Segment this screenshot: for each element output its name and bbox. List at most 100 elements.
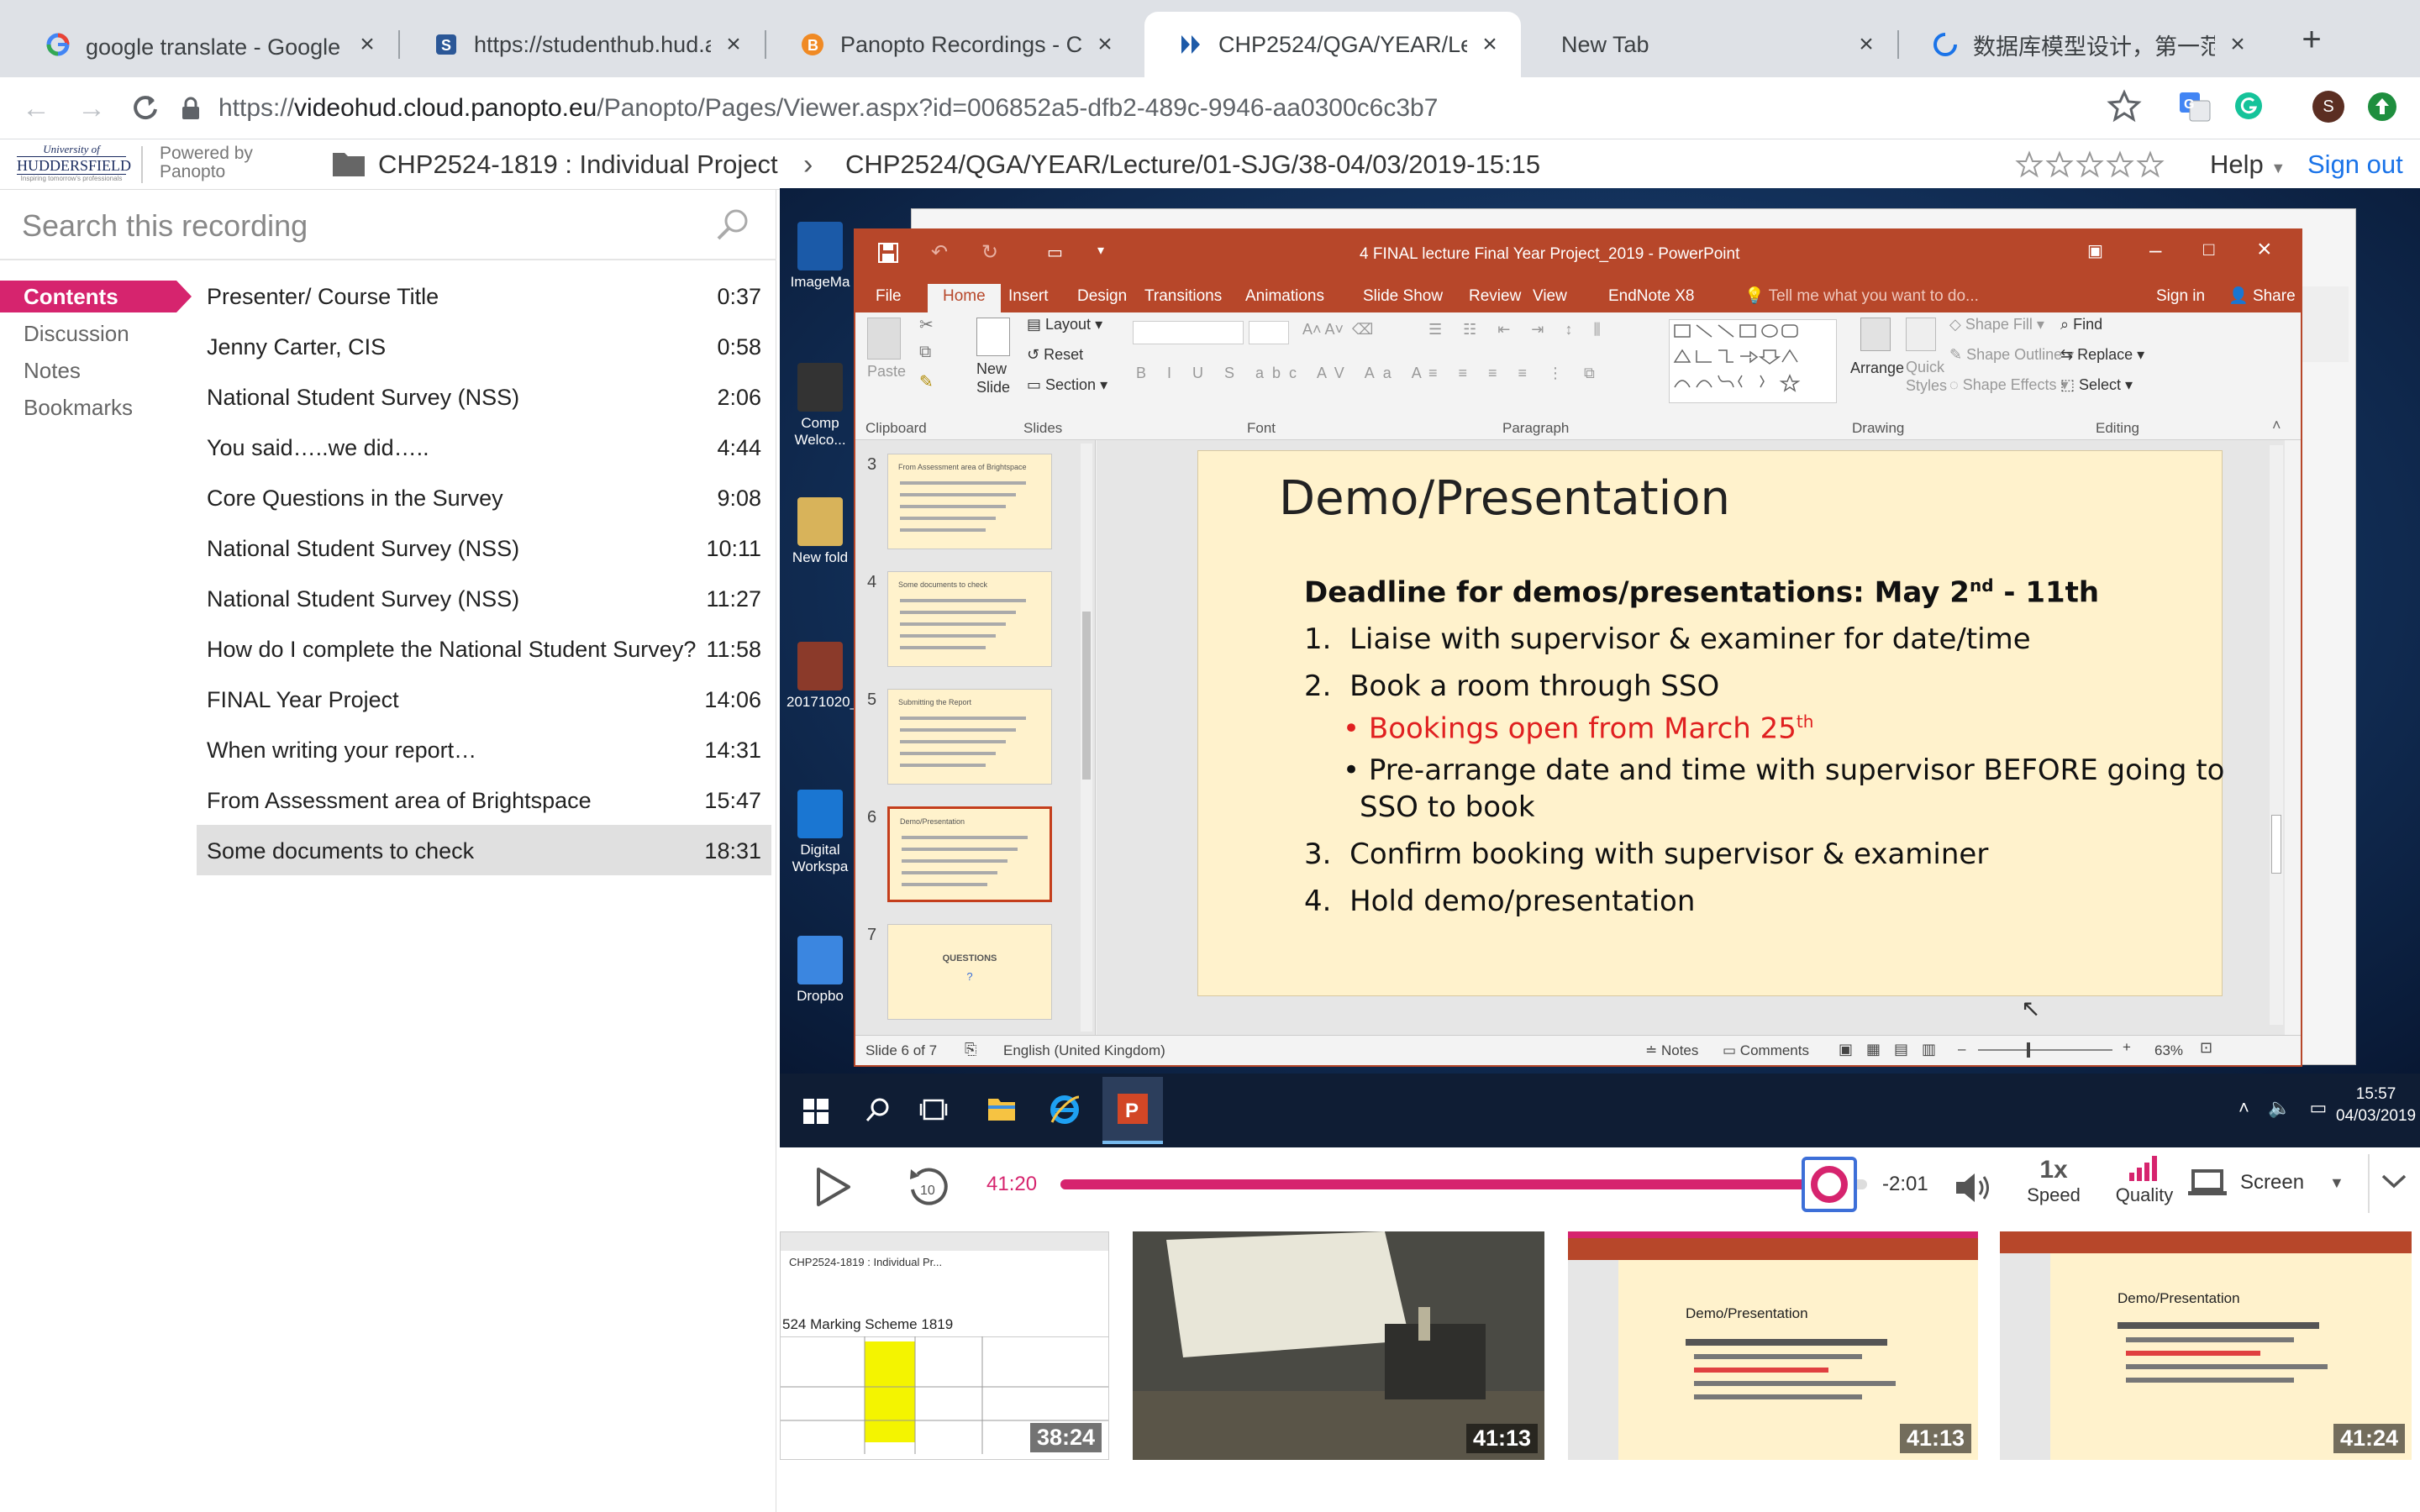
slide-thumbnail[interactable]: From Assessment area of Brightspace xyxy=(887,454,1052,549)
tab-discussion[interactable]: Discussion xyxy=(0,318,182,349)
breadcrumb-folder[interactable]: CHP2524-1819 : Individual Project xyxy=(378,139,778,190)
seek-bar[interactable] xyxy=(1060,1157,1867,1212)
close-icon[interactable]: × xyxy=(2257,235,2272,264)
tell-me-box[interactable]: 💡 Tell me what you want to do... xyxy=(1729,284,1994,312)
arrange-icon[interactable] xyxy=(1860,318,1891,351)
ribbon-tab[interactable]: Home xyxy=(928,284,1001,312)
slide-thumbnail[interactable]: Some documents to check xyxy=(887,571,1052,667)
new-slide-button[interactable]: New Slide xyxy=(976,360,1010,396)
tab-bookmarks[interactable]: Bookmarks xyxy=(0,391,182,423)
contents-item[interactable]: Presenter/ Course Title 0:37 xyxy=(197,270,771,321)
ribbon-tab[interactable]: Transitions xyxy=(1129,284,1237,312)
zoom-level[interactable]: 63% xyxy=(2154,1042,2183,1059)
contents-item[interactable]: National Student Survey (NSS) 10:11 xyxy=(197,522,771,573)
paste-icon[interactable] xyxy=(867,318,901,360)
desktop-icon[interactable]: Dropbo xyxy=(786,936,854,1005)
rating-stars[interactable] xyxy=(2015,150,2165,179)
tab-database[interactable]: 数据库模型设计，第一范式、 × xyxy=(1899,12,2269,77)
desktop-icon[interactable]: Digital Workspa xyxy=(786,790,854,875)
search-recording[interactable]: Search this recording xyxy=(0,190,776,260)
search-icon[interactable] xyxy=(714,207,751,244)
contents-item[interactable]: National Student Survey (NSS) 11:27 xyxy=(197,573,771,623)
taskbar-powerpoint[interactable]: P xyxy=(1102,1077,1163,1144)
tab-new-tab[interactable]: New Tab × xyxy=(1528,12,1897,77)
sign-in-link[interactable]: Sign in xyxy=(2141,284,2220,312)
minimize-icon[interactable]: – xyxy=(2149,237,2161,263)
quality-button[interactable]: Quality xyxy=(2102,1156,2186,1206)
video-player[interactable]: ImageMa Comp Welco... New fold 20171020_ Dig… xyxy=(780,188,2420,1147)
align-buttons[interactable]: ≡ ≡ ≡ ≡ ⋮ ⧉ xyxy=(1428,365,1603,382)
shape-fill-button[interactable]: ◇ Shape Fill ▾ xyxy=(1949,316,2044,333)
tab-notes[interactable]: Notes xyxy=(0,354,182,386)
present-icon[interactable]: ▭ xyxy=(1047,242,1063,263)
replace-button[interactable]: ⇆ Replace ▾ xyxy=(2060,346,2144,364)
shape-outline-button[interactable]: ✎ Shape Outline ▾ xyxy=(1949,346,2074,364)
view-buttons[interactable]: ▣▦▤▥ xyxy=(1839,1041,1949,1058)
star-icon[interactable] xyxy=(2075,150,2104,179)
reload-icon[interactable] xyxy=(126,89,165,128)
search-icon[interactable] xyxy=(864,1095,892,1124)
ribbon-tab[interactable]: Animations xyxy=(1230,284,1339,312)
screen-select[interactable]: Screen ▼ xyxy=(2188,1168,2344,1198)
tab-panopto-recordings[interactable]: B Panopto Recordings - CHP2 × xyxy=(766,12,1136,77)
contents-item[interactable]: National Student Survey (NSS) 2:06 xyxy=(197,371,771,422)
close-icon[interactable]: × xyxy=(2225,32,2250,57)
taskbar-clock[interactable]: 15:57 04/03/2019 xyxy=(2336,1084,2416,1127)
collapse-chevron-icon[interactable] xyxy=(2380,1171,2408,1191)
thumbnail-frame-1[interactable]: CHP2524-1819 : Individual Pr... 524 Mark… xyxy=(780,1231,1109,1460)
rewind-10-button[interactable]: 10 xyxy=(906,1164,951,1210)
forward-icon[interactable]: → xyxy=(72,89,111,128)
zoom-in-icon[interactable]: + xyxy=(2123,1039,2131,1056)
desktop-icon[interactable]: Comp Welco... xyxy=(786,363,854,449)
arrange-button[interactable]: Arrange xyxy=(1850,360,1904,377)
spellcheck-icon[interactable]: ⎘ xyxy=(965,1041,976,1058)
tab-contents[interactable]: Contents xyxy=(0,281,192,312)
copy-icon[interactable]: ⧉ xyxy=(919,343,931,362)
grammarly-icon[interactable] xyxy=(2233,91,2264,121)
address-bar[interactable]: https://videohud.cloud.panopto.eu/Panopt… xyxy=(180,84,2146,133)
slide-thumbnail[interactable]: Demo/Presentation xyxy=(887,806,1052,902)
desktop-icon[interactable]: New fold xyxy=(786,497,854,566)
language-status[interactable]: English (United Kingdom) xyxy=(1003,1042,1165,1059)
reset-button[interactable]: ↺ Reset xyxy=(1027,346,1083,364)
zoom-slider[interactable] xyxy=(1978,1042,2112,1058)
font-format-buttons[interactable]: B I U S abc AV Aa A xyxy=(1136,365,1430,382)
contents-item[interactable]: When writing your report… 14:31 xyxy=(197,724,771,774)
sign-out-link[interactable]: Sign out xyxy=(2307,139,2403,190)
ribbon-tab[interactable]: View xyxy=(1518,284,1582,312)
search-input[interactable]: Search this recording xyxy=(22,208,308,244)
save-icon[interactable] xyxy=(877,242,899,264)
thumbnail-frame-4[interactable]: Demo/Presentation 41:24 xyxy=(2000,1231,2412,1460)
file-explorer-icon[interactable] xyxy=(986,1095,1017,1122)
desktop-icon[interactable]: ImageMa xyxy=(786,222,854,291)
star-icon[interactable] xyxy=(2106,150,2134,179)
contents-item[interactable]: Some documents to check 18:31 xyxy=(197,825,771,875)
contents-item[interactable]: From Assessment area of Brightspace 15:47 xyxy=(197,774,771,825)
star-icon[interactable] xyxy=(2015,150,2044,179)
desktop-icon[interactable]: 20171020_ xyxy=(786,642,858,711)
tab-panopto-viewer[interactable]: CHP2524/QGA/YEAR/Lectur × xyxy=(1144,12,1521,77)
list-buttons[interactable]: ☰ ☷ ⇤ ⇥ ↕ ⫼ xyxy=(1428,321,1609,339)
font-name-box[interactable] xyxy=(1133,321,1244,344)
ribbon-tab[interactable]: Slide Show xyxy=(1348,284,1458,312)
new-slide-icon[interactable] xyxy=(976,318,1010,356)
close-icon[interactable]: × xyxy=(721,32,746,57)
profile-avatar[interactable]: S xyxy=(2312,91,2344,123)
volume-icon[interactable] xyxy=(1953,1169,1995,1206)
select-button[interactable]: ⬚ Select ▾ xyxy=(2060,376,2133,394)
ribbon-display-icon[interactable]: ▣ xyxy=(2087,240,2103,261)
university-logo[interactable]: University of HUDDERSFIELD Inspiring tom… xyxy=(17,143,131,182)
zoom-out-icon[interactable]: – xyxy=(1958,1041,1965,1058)
paste-button[interactable]: Paste xyxy=(867,363,906,381)
contents-item[interactable]: Jenny Carter, CIS 0:58 xyxy=(197,321,771,371)
back-icon[interactable]: ← xyxy=(17,89,55,128)
quick-styles-button[interactable]: Quick Styles xyxy=(1906,358,1947,395)
slide-thumbnail[interactable]: QUESTIONS? xyxy=(887,924,1052,1020)
system-tray-icons[interactable]: ˄ 🔈 ▭ xyxy=(2238,1097,2333,1119)
star-icon[interactable] xyxy=(2045,150,2074,179)
close-icon[interactable]: × xyxy=(1092,32,1118,57)
shapes-gallery[interactable] xyxy=(1669,319,1837,403)
cut-icon[interactable]: ✂ xyxy=(919,314,934,335)
ribbon-tab[interactable]: File xyxy=(860,284,917,312)
font-size-box[interactable] xyxy=(1249,321,1289,344)
